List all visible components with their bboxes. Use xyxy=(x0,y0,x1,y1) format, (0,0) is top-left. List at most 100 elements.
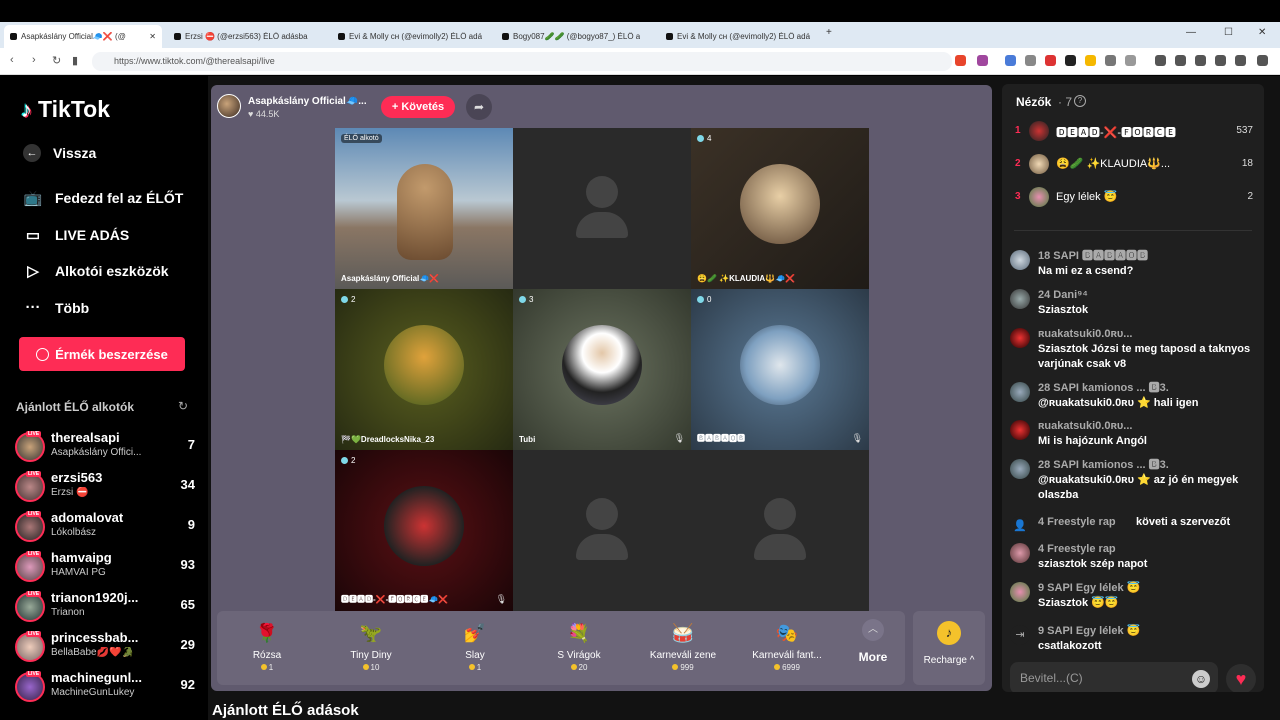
new-tab-icon[interactable]: + xyxy=(826,27,832,38)
viewers-count: · 7 xyxy=(1058,95,1073,109)
extension-icon[interactable] xyxy=(1125,55,1136,66)
video-camera-icon: ▭ xyxy=(25,227,41,244)
gift-bar: 🌹 Rózsa 1 🦖 Tiny Diny 10 💅 Slay 1 💐 S Virágok 20… xyxy=(217,611,905,685)
guest-cell[interactable]: 2 🏁💚DreadlocksNika_23 xyxy=(335,289,513,450)
coin-icon xyxy=(260,664,267,670)
gift-item[interactable]: 💐 S Virágok 20 xyxy=(539,619,619,672)
gift-item[interactable]: 🦖 Tiny Diny 10 xyxy=(331,619,411,672)
viewer-row[interactable]: 1 🅳🅴🅰🅳-❌-🅵🅾🆁🅲🅴 537 xyxy=(1015,121,1253,143)
translate-icon[interactable] xyxy=(1005,55,1016,66)
creator-item[interactable]: LIVE princessbab... BellaBabe💋❤️🐊 29 xyxy=(15,630,195,666)
ellipsis-icon: ··· xyxy=(25,299,41,316)
viewer-row[interactable]: 2 😩🥒 ✨KLAUDIA🔱... 18 xyxy=(1015,154,1253,176)
rewards-icon[interactable] xyxy=(977,55,988,66)
extension-icon[interactable] xyxy=(1105,55,1116,66)
extension-icon[interactable] xyxy=(1025,55,1036,66)
sidebar-toggle-icon[interactable] xyxy=(1175,55,1186,66)
nav-explore-live[interactable]: 📺 Fedezd fel az ÉLŐT xyxy=(23,189,184,207)
viewer-dot-icon xyxy=(697,135,704,142)
help-icon[interactable]: ? xyxy=(1074,95,1086,107)
avatar xyxy=(1029,154,1049,174)
recharge-button[interactable]: ♪ Recharge ^ xyxy=(913,611,985,685)
brave-shield-icon[interactable] xyxy=(955,55,966,66)
creator-item[interactable]: LIVE machinegunl... MachineGunLukey 92 xyxy=(15,670,195,706)
tiktok-favicon-icon xyxy=(174,33,181,40)
avatar[interactable] xyxy=(1010,420,1030,440)
avatar[interactable] xyxy=(1010,382,1030,402)
gift-item[interactable]: 🎭 Karneváli fant... 6999 xyxy=(747,619,827,672)
gift-item[interactable]: 💅 Slay 1 xyxy=(435,619,515,672)
close-tab-icon[interactable]: ✕ xyxy=(149,32,156,41)
forward-arrow-icon[interactable]: › xyxy=(32,54,36,66)
guest-cell[interactable]: 0 🅱🅰🅱🅰🅾🅱 🎙 xyxy=(691,289,869,450)
browser-tab-1[interactable]: Asapkáslány Official🧢❌ (@ ✕ xyxy=(4,25,162,48)
share-icon[interactable]: ➦ xyxy=(466,94,492,120)
avatar xyxy=(1029,121,1049,141)
extension-icon[interactable] xyxy=(1065,55,1076,66)
nav-live-studio[interactable]: ▭ LIVE ADÁS xyxy=(23,226,129,244)
more-gifts-button[interactable]: ︿ More xyxy=(853,619,893,664)
browser-tab-4[interactable]: Bogy087🥒🥒 (@bogyo87_) ÉLŐ a xyxy=(496,25,654,48)
viewer-dot-icon xyxy=(341,457,348,464)
extension-icon[interactable] xyxy=(1085,55,1096,66)
avatar[interactable] xyxy=(1010,328,1030,348)
tiktok-coin-icon: ♪ xyxy=(937,621,961,645)
host-avatar[interactable] xyxy=(217,94,241,118)
gift-item[interactable]: 🥁 Karneváli zene 999 xyxy=(643,619,723,672)
creator-item[interactable]: LIVE erzsi563 Erzsi ⛔ 34 xyxy=(15,470,195,506)
coin-icon xyxy=(468,664,475,670)
guest-cell[interactable]: 3 Tubi 🎙 xyxy=(513,289,691,450)
guest-cell[interactable]: 2 🅳🅴🅰🅳-❌-🅵🅾🆁🅲🅴🧢❌ 🎙 xyxy=(335,450,513,611)
maximize-icon[interactable]: ☐ xyxy=(1224,27,1233,38)
guest-cell[interactable]: 4 😩🥒 ✨KLAUDIA🔱🧢❌ xyxy=(691,128,869,289)
creator-item[interactable]: LIVE trianon1920j... Trianon 65 xyxy=(15,590,195,626)
extension-icon[interactable] xyxy=(1045,55,1056,66)
vpn-icon[interactable] xyxy=(1235,55,1246,66)
sidebar: ♪ TikTok ← Vissza 📺 Fedezd fel az ÉLŐT ▭ LIV… xyxy=(3,76,208,720)
nav-creator-tools[interactable]: ▷ Alkotói eszközök xyxy=(23,262,168,280)
tiktok-logo[interactable]: ♪ TikTok xyxy=(21,96,110,123)
guest-cell-empty[interactable] xyxy=(513,450,691,611)
close-window-icon[interactable]: ✕ xyxy=(1258,27,1266,38)
nav-more[interactable]: ··· Több xyxy=(23,299,90,316)
leo-icon[interactable] xyxy=(1215,55,1226,66)
media-icon[interactable] xyxy=(1155,55,1166,66)
host-name[interactable]: Asapkáslány Official🧢... xyxy=(248,96,367,107)
avatar: LIVE xyxy=(15,431,45,462)
reload-icon[interactable]: ↻ xyxy=(52,54,61,67)
minimize-icon[interactable]: — xyxy=(1186,27,1196,38)
heart-icon[interactable]: ♥ xyxy=(1226,664,1256,692)
get-coins-button[interactable]: Érmék beszerzése xyxy=(19,337,185,371)
emoji-icon[interactable]: ☺ xyxy=(1192,670,1210,688)
guest-cell-empty[interactable] xyxy=(691,450,869,611)
avatar[interactable] xyxy=(1010,543,1030,563)
creator-item[interactable]: LIVE adomalovat Lókolbász 9 xyxy=(15,510,195,546)
menu-icon[interactable] xyxy=(1257,55,1268,66)
avatar: LIVE xyxy=(15,631,45,662)
creator-item[interactable]: LIVE therealsapi Asapkáslány Offici... 7 xyxy=(15,430,195,466)
viewer-row[interactable]: 3 Egy lélek 😇 2 xyxy=(1015,187,1253,209)
creator-item[interactable]: LIVE hamvaipg HAMVAI PG 93 xyxy=(15,550,195,586)
follow-button[interactable]: + Követés xyxy=(381,96,455,118)
back-arrow-icon[interactable]: ‹ xyxy=(10,54,14,66)
gift-item[interactable]: 🌹 Rózsa 1 xyxy=(227,619,307,672)
refresh-icon[interactable]: ↻ xyxy=(178,399,188,413)
slay-icon: 💅 xyxy=(463,623,487,643)
back-button[interactable]: ← Vissza xyxy=(23,144,96,162)
guest-cell-host[interactable]: ÉLŐ alkotó Asapkáslány Official🧢❌ xyxy=(335,128,513,289)
avatar[interactable] xyxy=(1010,582,1030,602)
browser-tab-3[interactable]: Evi & Molly ᴄʜ (@evimolly2) ÉLŐ adá xyxy=(332,25,490,48)
browser-tab-2[interactable]: Erzsi ⛔ (@erzsi563) ÉLŐ adásba xyxy=(168,25,326,48)
avatar[interactable] xyxy=(1010,250,1030,270)
avatar[interactable] xyxy=(1010,459,1030,479)
url-field[interactable]: https://www.tiktok.com/@therealsapi/live xyxy=(92,52,952,71)
live-stage: Asapkáslány Official🧢... ♥ 44.5K + Követ… xyxy=(211,85,992,691)
wallet-icon[interactable] xyxy=(1195,55,1206,66)
guest-cell-empty[interactable] xyxy=(513,128,691,289)
chat-panel: Nézők · 7 ? 1 🅳🅴🅰🅳-❌-🅵🅾🆁🅲🅴 537 2 😩🥒 ✨KLAUDI… xyxy=(1002,84,1264,692)
avatar[interactable] xyxy=(1010,289,1030,309)
chat-input[interactable]: Bevitel...(C) xyxy=(1010,662,1218,692)
bookmark-icon[interactable]: ▮ xyxy=(72,54,78,67)
browser-tab-5[interactable]: Evi & Molly ᴄʜ (@evimolly2) ÉLŐ adá xyxy=(660,25,818,48)
user-placeholder-icon xyxy=(586,498,618,530)
